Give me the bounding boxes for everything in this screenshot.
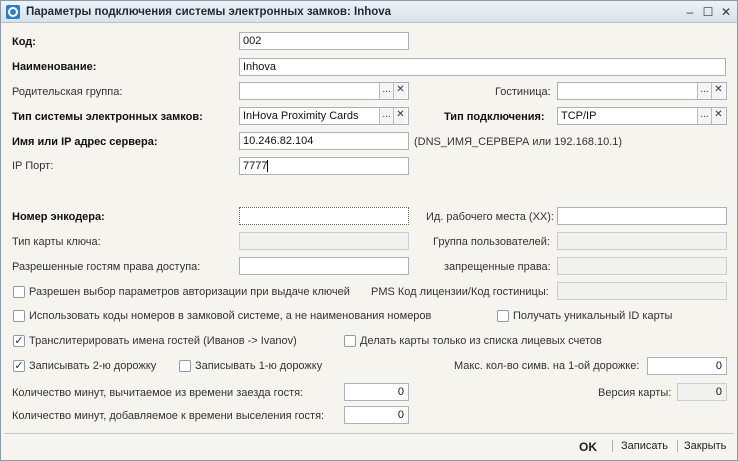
save-button[interactable]: Записать	[621, 440, 668, 452]
text-caret	[267, 160, 269, 173]
max-chars-track1-field[interactable]: 0	[647, 357, 727, 375]
name-label: Наименование:	[12, 61, 97, 73]
guest-access-rights-field[interactable]	[239, 257, 409, 275]
max-chars-track1-label: Макс. кол-во симв. на 1-ой дорожке:	[454, 360, 640, 372]
hotel-label: Гостиница:	[495, 86, 551, 98]
parent-group-field[interactable]: ... ✕	[239, 82, 409, 100]
title-bar[interactable]: Параметры подключения системы электронны…	[1, 1, 737, 23]
encoder-number-label: Номер энкодера:	[12, 211, 105, 223]
dialog-window: Параметры подключения системы электронны…	[0, 0, 738, 461]
lock-system-type-field[interactable]: InHova Proximity Cards ... ✕	[239, 107, 409, 125]
connection-type-label: Тип подключения:	[444, 111, 545, 123]
close-button[interactable]: Закрыть	[684, 440, 726, 452]
encoder-number-field[interactable]	[239, 207, 409, 225]
workplace-id-field[interactable]	[557, 207, 727, 225]
hotel-field[interactable]: ... ✕	[557, 82, 727, 100]
hotel-clear-icon[interactable]: ✕	[711, 83, 725, 99]
unique-card-id-label[interactable]: Получать уникальный ID карты	[513, 310, 672, 322]
minutes-subtract-field[interactable]: 0	[344, 383, 409, 401]
key-card-type-field	[239, 232, 409, 250]
window-title: Параметры подключения системы электронны…	[26, 6, 392, 18]
transliterate-checkbox[interactable]: ✓	[13, 335, 25, 347]
button-divider	[612, 440, 613, 452]
card-version-label: Версия карты:	[598, 387, 672, 399]
connection-type-clear-icon[interactable]: ✕	[711, 108, 725, 124]
transliterate-label[interactable]: Транслитерировать имена гостей (Иванов -…	[29, 335, 297, 347]
guest-access-rights-label: Разрешенные гостям права доступа:	[12, 261, 201, 273]
maximize-icon[interactable]: ☐	[700, 4, 716, 20]
app-icon	[6, 5, 20, 19]
hotel-choose-button[interactable]: ...	[697, 83, 711, 99]
ip-port-label: IP Порт:	[12, 160, 54, 172]
parent-group-choose-button[interactable]: ...	[379, 83, 393, 99]
dialog-buttons-bar: OK Записать Закрыть	[4, 433, 734, 457]
user-group-label: Группа пользователей:	[433, 236, 550, 248]
write-track1-checkbox[interactable]	[179, 360, 191, 372]
card-version-field: 0	[677, 383, 727, 401]
connection-type-choose-button[interactable]: ...	[697, 108, 711, 124]
key-card-type-label: Тип карты ключа:	[12, 236, 101, 248]
server-field[interactable]: 10.246.82.104	[239, 132, 409, 150]
minutes-subtract-label: Количество минут, вычитаемое из времени …	[12, 387, 304, 399]
pms-license-label: PMS Код лицензии/Код гостиницы:	[371, 286, 549, 298]
server-label: Имя или IP адрес сервера:	[12, 136, 158, 148]
server-hint: (DNS_ИМЯ_СЕРВЕРА или 192.168.10.1)	[414, 136, 623, 148]
user-group-field	[557, 232, 727, 250]
ip-port-field[interactable]: 7777	[239, 157, 409, 175]
write-track1-label[interactable]: Записывать 1-ю дорожку	[195, 360, 322, 372]
lock-system-type-clear-icon[interactable]: ✕	[393, 108, 407, 124]
close-window-icon[interactable]: ✕	[718, 4, 734, 20]
forbidden-rights-field	[557, 257, 727, 275]
lock-system-type-value: InHova Proximity Cards	[243, 110, 359, 122]
auth-params-checkbox[interactable]	[13, 286, 25, 298]
parent-group-clear-icon[interactable]: ✕	[393, 83, 407, 99]
ip-port-value: 7777	[243, 160, 268, 172]
workplace-id-label: Ид. рабочего места (XX):	[426, 211, 554, 223]
only-account-list-label[interactable]: Делать карты только из списка лицевых сч…	[360, 335, 602, 347]
use-room-codes-label[interactable]: Использовать коды номеров в замковой сис…	[29, 310, 431, 322]
lock-system-type-label: Тип системы электронных замков:	[12, 111, 203, 123]
minutes-add-label: Количество минут, добавляемое к времени …	[12, 410, 325, 422]
auth-params-label[interactable]: Разрешен выбор параметров авторизации пр…	[29, 286, 350, 298]
pms-license-field	[557, 282, 727, 300]
write-track2-checkbox[interactable]: ✓	[13, 360, 25, 372]
name-field[interactable]: Inhova	[239, 58, 726, 76]
minutes-add-field[interactable]: 0	[344, 406, 409, 424]
connection-type-value: TCP/IP	[561, 110, 597, 122]
parent-group-label: Родительская группа:	[12, 86, 123, 98]
forbidden-rights-label: запрещенные права:	[444, 261, 551, 273]
write-track2-label[interactable]: Записывать 2-ю дорожку	[29, 360, 156, 372]
button-divider	[677, 440, 678, 452]
minimize-icon[interactable]: ‒	[682, 4, 698, 20]
unique-card-id-checkbox[interactable]	[497, 310, 509, 322]
lock-system-type-choose-button[interactable]: ...	[379, 108, 393, 124]
only-account-list-checkbox[interactable]	[344, 335, 356, 347]
use-room-codes-checkbox[interactable]	[13, 310, 25, 322]
connection-type-field[interactable]: TCP/IP ... ✕	[557, 107, 727, 125]
ok-button[interactable]: OK	[579, 440, 597, 454]
code-label: Код:	[12, 36, 36, 48]
code-field[interactable]: 002	[239, 32, 409, 50]
